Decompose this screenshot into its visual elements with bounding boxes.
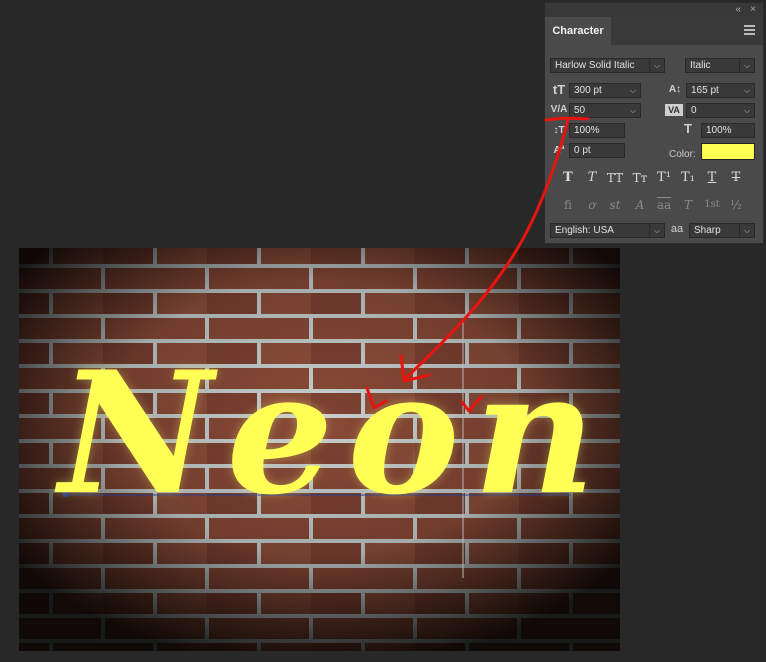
discretionary-ligatures-button[interactable]: st: [605, 196, 625, 214]
baseline-shift-field[interactable]: 0 pt: [569, 143, 625, 158]
underline-button[interactable]: T: [702, 169, 722, 187]
language-dropdown[interactable]: English: USA ⌵: [550, 223, 665, 238]
leading-value: 165 pt: [691, 85, 719, 96]
font-family-value: Harlow Solid Italic: [555, 60, 635, 71]
color-swatch[interactable]: [701, 143, 755, 160]
font-family-dropdown[interactable]: Harlow Solid Italic ⌵: [550, 58, 665, 73]
kerning-value: 50: [574, 105, 586, 116]
small-caps-button[interactable]: Tт: [630, 169, 650, 187]
chevron-down-icon: ⌵: [629, 86, 637, 95]
titling-alternates-button[interactable]: T: [678, 196, 698, 214]
tracking-value: 0: [691, 105, 697, 116]
superscript-button[interactable]: T¹: [654, 169, 674, 187]
character-panel: « × Character Harlow Solid Italic ⌵ Ital…: [544, 2, 764, 244]
color-label: Color:: [669, 149, 696, 160]
horizontal-scale-icon: T: [684, 121, 692, 136]
fractions-button[interactable]: ½: [726, 196, 746, 214]
faux-italic-button[interactable]: T: [582, 169, 602, 187]
font-size-icon: tT: [552, 82, 566, 97]
baseline-shift-value: 0 pt: [574, 145, 591, 156]
font-size-field[interactable]: 300 pt ⌵: [569, 83, 641, 98]
chevron-down-icon: ⌵: [739, 224, 754, 237]
double-chevron-icon[interactable]: «: [735, 3, 741, 17]
chevron-down-icon: ⌵: [649, 224, 664, 237]
chevron-down-icon: ⌵: [743, 86, 751, 95]
tab-character[interactable]: Character: [545, 17, 611, 45]
stylistic-alternates-button[interactable]: aa: [654, 196, 674, 214]
leading-field[interactable]: 165 pt ⌵: [686, 83, 755, 98]
kerning-field[interactable]: 50 ⌵: [569, 103, 641, 118]
strikethrough-button[interactable]: T: [726, 169, 746, 187]
vertical-scale-value: 100%: [574, 125, 600, 136]
font-style-value: Italic: [690, 60, 711, 71]
chevron-down-icon: ⌵: [739, 59, 754, 72]
horizontal-scale-value: 100%: [706, 125, 732, 136]
ligatures-button[interactable]: fi: [558, 196, 578, 214]
neon-text-layer[interactable]: Neon: [59, 333, 596, 553]
panel-tab-bar: Character: [545, 17, 763, 45]
panel-title-bar: « ×: [545, 3, 763, 17]
baseline-shift-icon: Aª: [553, 145, 565, 156]
vertical-scale-field[interactable]: 100%: [569, 123, 625, 138]
antialias-icon: aa: [670, 223, 684, 235]
language-value: English: USA: [555, 225, 614, 236]
panel-menu-icon[interactable]: [744, 25, 755, 35]
horizontal-scale-field[interactable]: 100%: [701, 123, 755, 138]
ordinals-button[interactable]: 1st: [702, 196, 722, 214]
leading-icon: A↕: [668, 84, 682, 95]
font-style-dropdown[interactable]: Italic ⌵: [685, 58, 755, 73]
chevron-down-icon: ⌵: [629, 106, 637, 115]
document-canvas[interactable]: Neon: [19, 248, 620, 651]
antialias-value: Sharp: [694, 225, 721, 236]
tracking-icon: VA: [665, 104, 683, 116]
chevron-down-icon: ⌵: [649, 59, 664, 72]
chevron-down-icon: ⌵: [743, 106, 751, 115]
tracking-field[interactable]: 0 ⌵: [686, 103, 755, 118]
all-caps-button[interactable]: TT: [605, 169, 625, 187]
kerning-icon: V/A: [550, 104, 568, 115]
subscript-button[interactable]: T₁: [678, 169, 698, 187]
old-style-button[interactable]: ơ: [582, 196, 602, 214]
font-size-value: 300 pt: [574, 85, 602, 96]
antialias-dropdown[interactable]: Sharp ⌵: [689, 223, 755, 238]
swash-button[interactable]: A: [630, 196, 650, 214]
vertical-scale-icon: ↕T: [553, 125, 565, 136]
close-icon[interactable]: ×: [750, 3, 756, 17]
faux-bold-button[interactable]: T: [558, 169, 578, 187]
